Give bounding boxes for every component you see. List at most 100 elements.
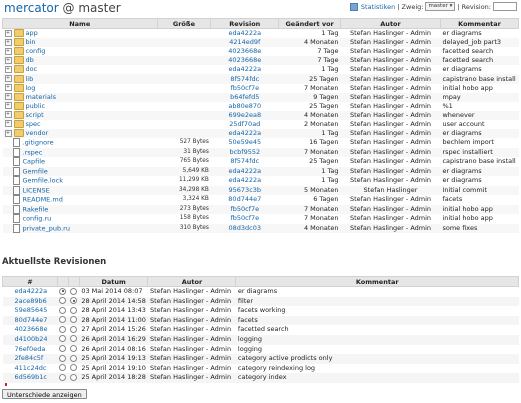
revision-link[interactable]: fb50cf7e	[210, 83, 279, 93]
compare-to-radio[interactable]	[70, 373, 78, 381]
revision-date: 25 April 2014 19:10	[79, 363, 148, 374]
revision-link[interactable]: eda4222a	[210, 166, 279, 177]
revision-id-link[interactable]: 6d569b1c	[2, 373, 58, 383]
compare-from-radio[interactable]	[59, 287, 67, 295]
files-col-header[interactable]: Größe	[156, 18, 212, 29]
compare-from-radio[interactable]	[59, 373, 67, 381]
revision-link[interactable]: fb50cf7e	[210, 214, 279, 224]
folder-link[interactable]: db	[26, 56, 34, 64]
revision-id-link[interactable]: d4100b24	[2, 334, 58, 345]
expand-icon[interactable]: +	[4, 29, 12, 37]
revision-link[interactable]: 4023668e	[210, 47, 279, 57]
revision-id-link[interactable]: eda4222a	[2, 286, 58, 297]
file-link[interactable]: Capfile	[23, 158, 46, 166]
branch-select[interactable]: master ▾	[425, 2, 456, 11]
expand-icon[interactable]: +	[4, 93, 12, 101]
compare-to-radio[interactable]	[70, 335, 78, 343]
revision-link[interactable]: 25df70ad	[210, 119, 279, 130]
author-name: Stefan Haslinger - Admin	[340, 101, 441, 111]
compare-from-radio[interactable]	[59, 345, 67, 353]
revision-input[interactable]	[493, 2, 517, 11]
compare-to-radio[interactable]	[70, 297, 78, 305]
expand-icon[interactable]: +	[4, 65, 12, 73]
compare-from-radio[interactable]	[59, 364, 67, 372]
files-col-header[interactable]: Revision	[210, 18, 280, 29]
revision-id-link[interactable]: 2fe84c5f	[2, 354, 58, 364]
compare-to-radio[interactable]	[70, 287, 78, 295]
files-col-header[interactable]: Kommentar	[439, 18, 520, 29]
file-link[interactable]: private_pub.ru	[23, 224, 70, 232]
revision-link[interactable]: fb50cf7e	[210, 204, 279, 215]
folder-link[interactable]: bin	[26, 38, 36, 46]
expand-icon[interactable]: +	[4, 38, 12, 46]
revision-id-link[interactable]: 80d744e7	[2, 315, 58, 326]
file-link[interactable]: README.md	[23, 196, 63, 204]
expand-icon[interactable]: +	[4, 75, 12, 83]
revision-link[interactable]: 8f574fdc	[210, 157, 279, 167]
file-link[interactable]: .rspec	[23, 148, 43, 156]
revision-link[interactable]: 8f574fdc	[210, 74, 279, 84]
folder-link[interactable]: script	[26, 111, 44, 119]
revision-link[interactable]: eda4222a	[210, 176, 279, 186]
compare-from-radio[interactable]	[59, 316, 67, 324]
expand-icon[interactable]: +	[4, 84, 12, 92]
expand-icon[interactable]: +	[4, 102, 12, 110]
revision-link[interactable]: bcbf9552	[210, 147, 279, 158]
folder-link[interactable]: app	[26, 29, 38, 37]
project-link[interactable]: mercator	[4, 1, 59, 15]
revision-link[interactable]: 699e2ea8	[210, 110, 279, 120]
revision-link[interactable]: 4023668e	[210, 56, 279, 66]
revision-id-link[interactable]: 4023668e	[2, 325, 58, 335]
compare-to-radio[interactable]	[70, 316, 78, 324]
compare-to-radio[interactable]	[70, 345, 78, 353]
revision-link[interactable]: 08d3dc03	[210, 223, 279, 234]
folder-link[interactable]: public	[26, 102, 46, 110]
folder-link[interactable]: vendor	[26, 129, 49, 137]
revision-link[interactable]: eda4222a	[210, 65, 279, 75]
compare-to-radio[interactable]	[70, 354, 78, 362]
compare-to-radio[interactable]	[70, 364, 78, 372]
revision-link[interactable]: 4214ed9f	[210, 38, 279, 48]
revision-link[interactable]: eda4222a	[210, 129, 279, 139]
expand-icon[interactable]: +	[4, 120, 12, 128]
expand-icon[interactable]: +	[4, 111, 12, 119]
file-link[interactable]: .gitignore	[23, 139, 54, 147]
file-link[interactable]: Gemfile	[23, 167, 48, 175]
files-col-header[interactable]: Geändert vor	[278, 18, 342, 29]
folder-link[interactable]: spec	[26, 120, 41, 128]
revision-id-link[interactable]: 2ace89b6	[2, 296, 58, 307]
show-differences-button[interactable]: Unterschiede anzeigen	[2, 389, 87, 399]
folder-link[interactable]: config	[26, 47, 46, 55]
compare-from-radio[interactable]	[59, 335, 67, 343]
folder-link[interactable]: log	[26, 84, 36, 92]
revision-link[interactable]: 50e59e45	[210, 138, 279, 148]
compare-from-radio[interactable]	[59, 297, 67, 305]
revision-link[interactable]: eda4222a	[210, 28, 279, 39]
compare-to-radio[interactable]	[70, 306, 78, 314]
expand-icon[interactable]: +	[4, 47, 12, 55]
compare-to-radio[interactable]	[70, 325, 78, 333]
compare-from-radio[interactable]	[59, 306, 67, 314]
files-col-header[interactable]: Name	[2, 18, 158, 29]
folder-link[interactable]: lib	[26, 75, 34, 83]
revision-link[interactable]: 95673c3b	[210, 185, 279, 196]
compare-from-radio[interactable]	[59, 354, 67, 362]
revision-id-link[interactable]: 59e85645	[2, 306, 58, 316]
revision-id-link[interactable]: 411c24dc	[2, 363, 58, 374]
file-link[interactable]: config.ru	[23, 215, 52, 223]
folder-link[interactable]: doc	[26, 65, 38, 73]
revision-link[interactable]: ab80e870	[210, 101, 279, 111]
files-col-header[interactable]: Autor	[340, 18, 441, 29]
file-link[interactable]: Rakefile	[23, 205, 49, 213]
revision-id-link[interactable]: 76ef0eda	[2, 344, 58, 355]
folder-link[interactable]: materials	[26, 93, 57, 101]
expand-icon[interactable]: +	[4, 56, 12, 64]
statistics-link[interactable]: Statistiken	[361, 3, 395, 11]
file-link[interactable]: LICENSE	[23, 186, 50, 194]
revision-link[interactable]: 80d744e7	[210, 195, 279, 205]
file-size	[157, 110, 211, 120]
expand-icon[interactable]: +	[4, 129, 12, 137]
compare-from-radio[interactable]	[59, 325, 67, 333]
revision-link[interactable]: b64fefd5	[210, 92, 279, 102]
file-link[interactable]: Gemfile.lock	[23, 177, 63, 185]
